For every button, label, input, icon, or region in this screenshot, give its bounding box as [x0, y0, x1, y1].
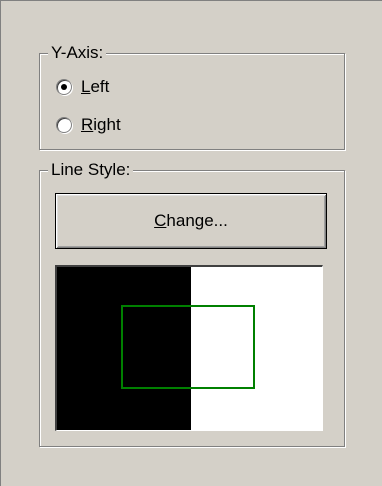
y-axis-right-option[interactable]: Right: [56, 114, 121, 136]
preview-line-sample: [121, 305, 255, 389]
left-radio-label[interactable]: Left: [81, 77, 109, 97]
y-axis-group-label: Y-Axis:: [48, 43, 107, 63]
radio-selected-dot: [61, 84, 67, 90]
right-radio-button[interactable]: [56, 117, 72, 133]
line-style-preview: [55, 265, 323, 431]
line-style-groupbox: Line Style: Change...: [39, 160, 345, 447]
left-radio-button[interactable]: [56, 79, 72, 95]
change-label-rest: hange...: [166, 211, 228, 230]
right-label-rest: ight: [93, 115, 121, 134]
left-label-rest: eft: [90, 77, 110, 96]
right-radio-label[interactable]: Right: [81, 115, 121, 135]
change-mnemonic: C: [154, 211, 167, 230]
line-style-group-label: Line Style:: [48, 160, 134, 180]
right-mnemonic: R: [81, 115, 94, 134]
axis-settings-panel: Y-Axis: Left Right Line Style: Change...: [0, 0, 382, 486]
y-axis-groupbox: Y-Axis: Left Right: [39, 43, 345, 150]
y-axis-left-option[interactable]: Left: [56, 76, 109, 98]
change-line-style-button[interactable]: Change...: [55, 193, 327, 249]
change-button-label: Change...: [154, 211, 228, 231]
